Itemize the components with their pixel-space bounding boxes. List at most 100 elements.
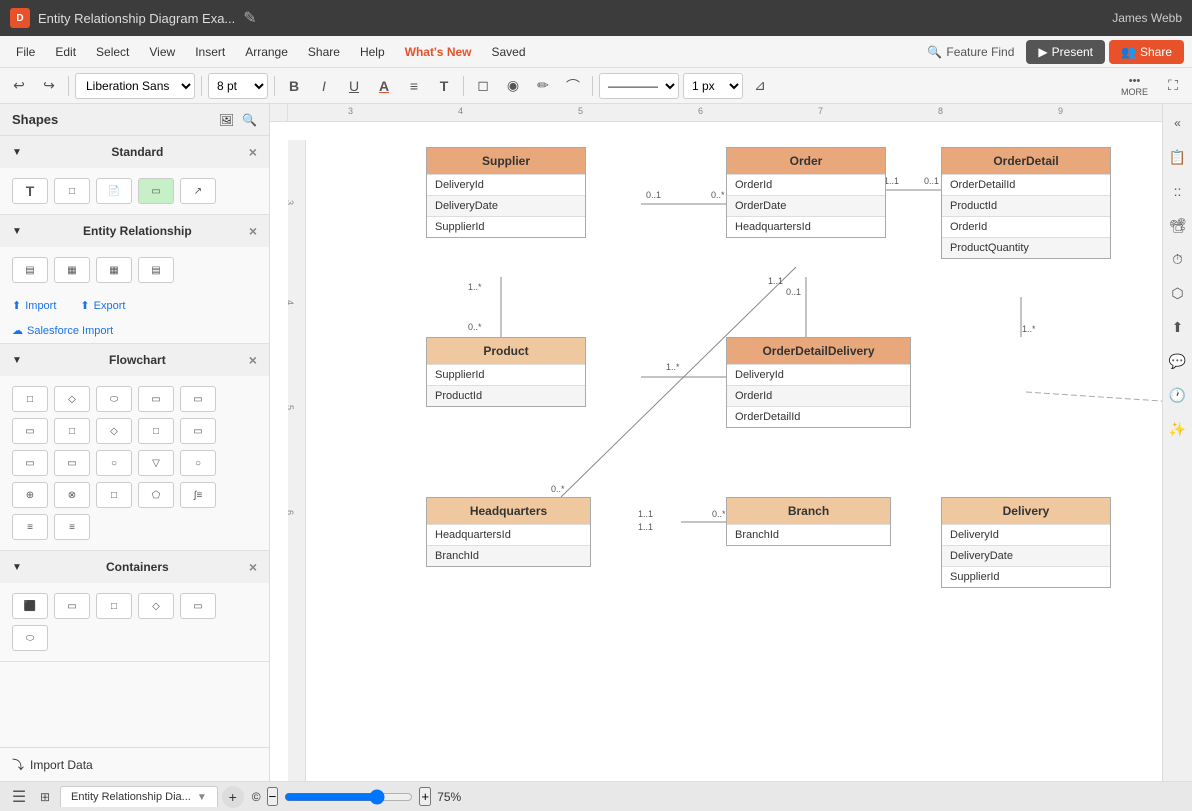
- fc-rect8[interactable]: □: [96, 482, 132, 508]
- line-style-select[interactable]: —————: [599, 73, 679, 99]
- cont-1[interactable]: ⬛: [12, 593, 48, 619]
- sidebar-image-button[interactable]: 🖼: [219, 113, 234, 127]
- salesforce-import-button[interactable]: ☁ Salesforce Import: [12, 324, 113, 337]
- flowchart-close[interactable]: ×: [249, 352, 257, 368]
- present-button[interactable]: ▶ Present: [1026, 40, 1105, 64]
- fc-xmark[interactable]: ⊗: [54, 482, 90, 508]
- fc-rect3[interactable]: ▭: [180, 386, 216, 412]
- cont-3[interactable]: □: [96, 593, 132, 619]
- entity-supplier[interactable]: Supplier DeliveryId DeliveryDate Supplie…: [426, 147, 586, 238]
- arrow-icon[interactable]: ↗: [180, 178, 216, 204]
- entity-headquarters[interactable]: Headquarters HeadquartersId BranchId: [426, 497, 591, 567]
- redo-button[interactable]: ↪: [36, 73, 62, 99]
- fc-rect7[interactable]: ▭: [180, 418, 216, 444]
- sidebar-section-standard-header[interactable]: ▼ Standard ×: [0, 136, 269, 168]
- fc-shape2[interactable]: ▭: [54, 450, 90, 476]
- fc-oval[interactable]: ⬭: [96, 386, 132, 412]
- er-icon-3[interactable]: ▦: [96, 257, 132, 283]
- zoom-in-button[interactable]: +: [419, 787, 431, 806]
- sidebar-section-containers-header[interactable]: ▼ Containers ×: [0, 551, 269, 583]
- font-size-select[interactable]: 8 pt: [208, 73, 268, 99]
- menu-share[interactable]: Share: [300, 41, 348, 63]
- font-family-select[interactable]: Liberation Sans: [75, 73, 195, 99]
- fc-list2[interactable]: ≡: [12, 514, 48, 540]
- edit-title-icon[interactable]: ✎: [243, 8, 256, 28]
- fc-list1[interactable]: ∫≡: [180, 482, 216, 508]
- italic-button[interactable]: I: [311, 73, 337, 99]
- er-icon-1[interactable]: ▤: [12, 257, 48, 283]
- entity-branch[interactable]: Branch BranchId: [726, 497, 891, 546]
- containers-close[interactable]: ×: [249, 559, 257, 575]
- diagram-area[interactable]: 0..* 1..* 0..1 0..* 1..1 0..1 0..1: [306, 122, 1162, 781]
- fc-rect6[interactable]: □: [138, 418, 174, 444]
- fc-list3[interactable]: ≡: [54, 514, 90, 540]
- rectangle-icon[interactable]: □: [54, 178, 90, 204]
- right-panel-pages[interactable]: 📋: [1167, 146, 1189, 168]
- menu-insert[interactable]: Insert: [187, 41, 233, 63]
- connector-button[interactable]: ⌒: [560, 73, 586, 99]
- transform-button[interactable]: ⊿: [747, 73, 773, 99]
- right-panel-upload[interactable]: ⬆: [1167, 316, 1189, 338]
- feature-find-button[interactable]: 🔍 Feature Find: [927, 45, 1014, 59]
- text-format-button[interactable]: T: [431, 73, 457, 99]
- fc-rect[interactable]: □: [12, 386, 48, 412]
- entity-orderdetaildelivery[interactable]: OrderDetailDelivery DeliveryId OrderId O…: [726, 337, 911, 428]
- canvas[interactable]: 3 4 5 6 0..* 1..* 0..1 0..*: [288, 122, 1162, 781]
- fc-cross[interactable]: ⊕: [12, 482, 48, 508]
- fc-rect5[interactable]: □: [54, 418, 90, 444]
- note-icon[interactable]: 📄: [96, 178, 132, 204]
- entity-orderdetail[interactable]: OrderDetail OrderDetailId ProductId Orde…: [941, 147, 1111, 259]
- tab-dropdown-arrow[interactable]: ▼: [197, 792, 207, 803]
- right-panel-comment[interactable]: 💬: [1167, 350, 1189, 372]
- right-panel-collapse[interactable]: «: [1167, 112, 1189, 134]
- zoom-slider[interactable]: [284, 789, 413, 805]
- more-button[interactable]: ••• MORE: [1113, 73, 1156, 99]
- menu-arrange[interactable]: Arrange: [237, 41, 296, 63]
- menu-view[interactable]: View: [141, 41, 183, 63]
- fc-shape1[interactable]: ▭: [12, 450, 48, 476]
- fc-rect2[interactable]: ▭: [138, 386, 174, 412]
- import-button[interactable]: ⬆ Import: [12, 299, 56, 312]
- entity-delivery[interactable]: Delivery DeliveryId DeliveryDate Supplie…: [941, 497, 1111, 588]
- er-icon-2[interactable]: ▦: [54, 257, 90, 283]
- line-color-button[interactable]: ✏: [530, 73, 556, 99]
- standard-close[interactable]: ×: [249, 144, 257, 160]
- add-tab-button[interactable]: +: [222, 786, 244, 808]
- cont-5[interactable]: ▭: [180, 593, 216, 619]
- fc-diamond[interactable]: ◇: [54, 386, 90, 412]
- right-panel-grid[interactable]: ::: [1167, 180, 1189, 202]
- fc-circle[interactable]: ○: [96, 450, 132, 476]
- right-panel-timer[interactable]: ⏱: [1167, 248, 1189, 270]
- cont-2[interactable]: ▭: [54, 593, 90, 619]
- menu-select[interactable]: Select: [88, 41, 137, 63]
- undo-button[interactable]: ↩: [6, 73, 32, 99]
- sidebar-search-button[interactable]: 🔍: [242, 113, 257, 127]
- import-data-button[interactable]: ⤵ Import Data: [0, 747, 269, 781]
- list-view-button[interactable]: ☰: [8, 786, 30, 808]
- fill-style-button[interactable]: ◉: [500, 73, 526, 99]
- tab-er-diagram[interactable]: Entity Relationship Dia... ▼: [60, 786, 218, 807]
- export-button[interactable]: ⬆ Export: [80, 299, 125, 312]
- right-panel-history[interactable]: 🕐: [1167, 384, 1189, 406]
- align-button[interactable]: ≡: [401, 73, 427, 99]
- line-width-select[interactable]: 1 px: [683, 73, 743, 99]
- er-close[interactable]: ×: [249, 223, 257, 239]
- sidebar-section-flowchart-header[interactable]: ▼ Flowchart ×: [0, 344, 269, 376]
- zoom-out-button[interactable]: −: [267, 787, 279, 806]
- entity-product[interactable]: Product SupplierId ProductId: [426, 337, 586, 407]
- fc-diamond2[interactable]: ◇: [96, 418, 132, 444]
- share-button[interactable]: 👥 Share: [1109, 40, 1184, 64]
- sidebar-section-er-header[interactable]: ▼ Entity Relationship ×: [0, 215, 269, 247]
- grid-view-button[interactable]: ⊞: [34, 786, 56, 808]
- er-icon-4[interactable]: ▤: [138, 257, 174, 283]
- cont-6[interactable]: ⬭: [12, 625, 48, 651]
- colored-rect-icon[interactable]: ▭: [138, 178, 174, 204]
- right-panel-present[interactable]: 📽: [1167, 214, 1189, 236]
- underline-button[interactable]: U: [341, 73, 367, 99]
- fill-color-button[interactable]: ◻: [470, 73, 496, 99]
- bold-button[interactable]: B: [281, 73, 307, 99]
- menu-help[interactable]: Help: [352, 41, 393, 63]
- fc-pent[interactable]: ⬠: [138, 482, 174, 508]
- font-color-button[interactable]: A: [371, 73, 397, 99]
- right-panel-magic[interactable]: ✨: [1167, 418, 1189, 440]
